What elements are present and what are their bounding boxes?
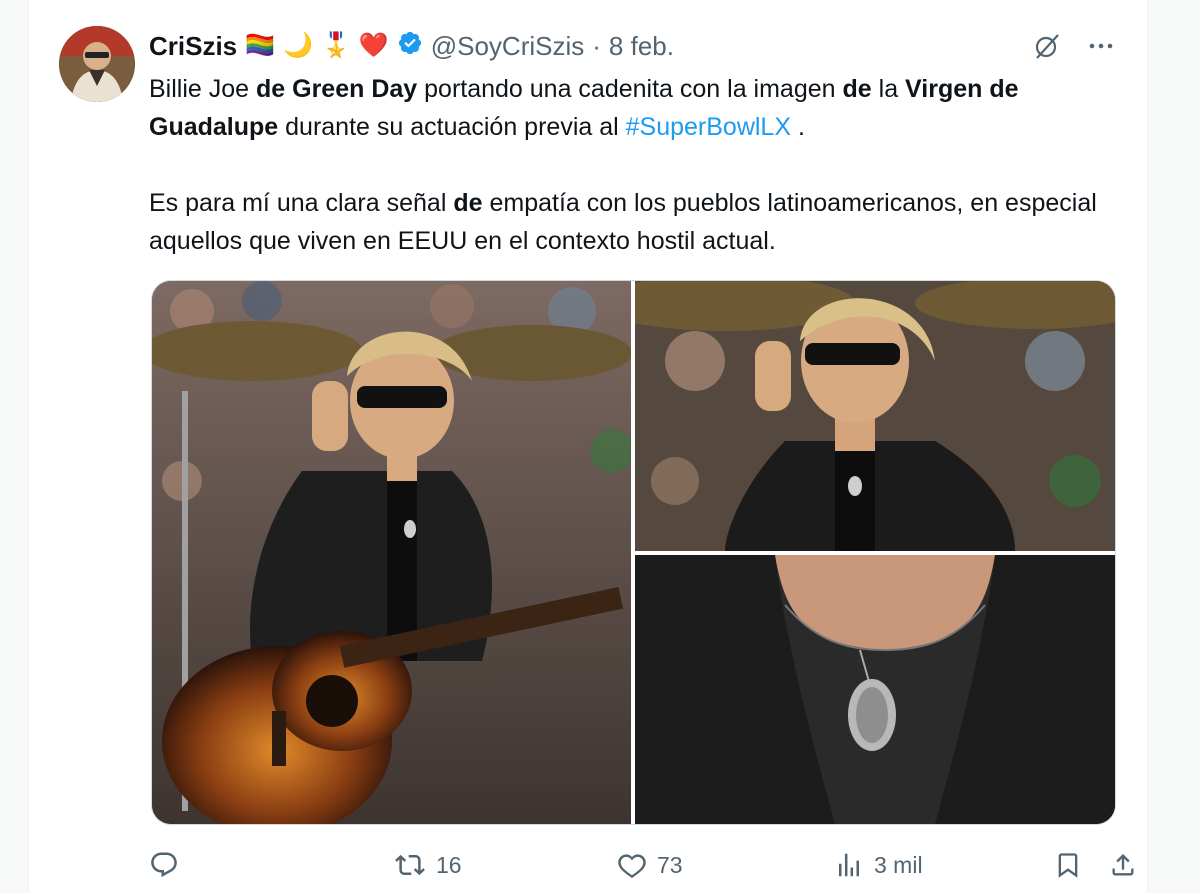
grok-icon[interactable] bbox=[1033, 32, 1061, 60]
moon-icon: 🌙 bbox=[283, 32, 313, 59]
like-count: 73 bbox=[657, 851, 683, 878]
bookmark-button[interactable] bbox=[1054, 842, 1082, 888]
tweet-text: Billie Joe de Green Day portando una cad… bbox=[149, 70, 1109, 260]
views-icon bbox=[839, 853, 859, 877]
tweet-text-segment: de bbox=[842, 75, 872, 103]
tweet-text-segment: de bbox=[453, 189, 483, 217]
avatar[interactable] bbox=[59, 26, 135, 102]
like-icon bbox=[618, 854, 646, 878]
tweet-paragraph-1: Billie Joe de Green Day portando una cad… bbox=[149, 70, 1109, 146]
share-icon bbox=[1112, 854, 1134, 876]
tweet-header: CriSzis 🏳️‍🌈 🌙 🎖️ ❤️ @SoyCriSzis · 8 feb… bbox=[149, 28, 1119, 64]
tweet-text-segment: la bbox=[871, 75, 906, 103]
reply-icon bbox=[151, 852, 177, 878]
more-icon[interactable] bbox=[1087, 32, 1115, 60]
photo-concert-guitar[interactable] bbox=[152, 281, 631, 824]
retweet-count: 16 bbox=[436, 851, 462, 878]
tweet-card[interactable]: CriSzis 🏳️‍🌈 🌙 🎖️ ❤️ @SoyCriSzis · 8 feb… bbox=[28, 0, 1148, 893]
retweet-button[interactable]: 16 bbox=[394, 842, 462, 888]
share-button[interactable] bbox=[1109, 842, 1137, 888]
rainbow-flag-icon: 🏳️‍🌈 bbox=[245, 32, 276, 59]
verified-badge-icon bbox=[397, 30, 423, 63]
display-name[interactable]: CriSzis bbox=[149, 31, 237, 62]
tweet-actions: 16 73 3 mil bbox=[149, 842, 1134, 888]
separator-dot: · bbox=[592, 30, 601, 61]
tweet-text-segment: de Green Day bbox=[256, 75, 418, 103]
reply-button[interactable] bbox=[149, 842, 179, 888]
views-count: 3 mil bbox=[874, 851, 923, 878]
photo-concert-closeup[interactable] bbox=[635, 281, 1115, 551]
media-grid bbox=[151, 280, 1116, 825]
retweet-icon bbox=[395, 854, 425, 876]
like-button[interactable]: 73 bbox=[617, 842, 683, 888]
views-button[interactable]: 3 mil bbox=[834, 842, 923, 888]
tweet-text-segment: durante su actuación previa al bbox=[278, 113, 626, 141]
tweet-text-segment: Es para mí una clara señal bbox=[149, 189, 454, 217]
hashtag-link[interactable]: #SuperBowlLX bbox=[626, 113, 791, 141]
tweet-paragraph-2: Es para mí una clara señal de empatía co… bbox=[149, 184, 1109, 260]
heart-emoji-icon: ❤️ bbox=[358, 32, 389, 59]
medal-icon: 🎖️ bbox=[320, 32, 351, 59]
bookmark-icon bbox=[1058, 853, 1078, 878]
tweet-text-segment: Billie Joe bbox=[149, 75, 256, 103]
tweet-text-segment: portando una cadenita con la imagen bbox=[417, 75, 843, 103]
photo-medallion-closeup[interactable] bbox=[635, 555, 1115, 824]
tweet-date[interactable]: 8 feb. bbox=[609, 31, 674, 62]
user-handle[interactable]: @SoyCriSzis bbox=[431, 31, 585, 62]
tweet-text-segment: . bbox=[791, 113, 805, 141]
